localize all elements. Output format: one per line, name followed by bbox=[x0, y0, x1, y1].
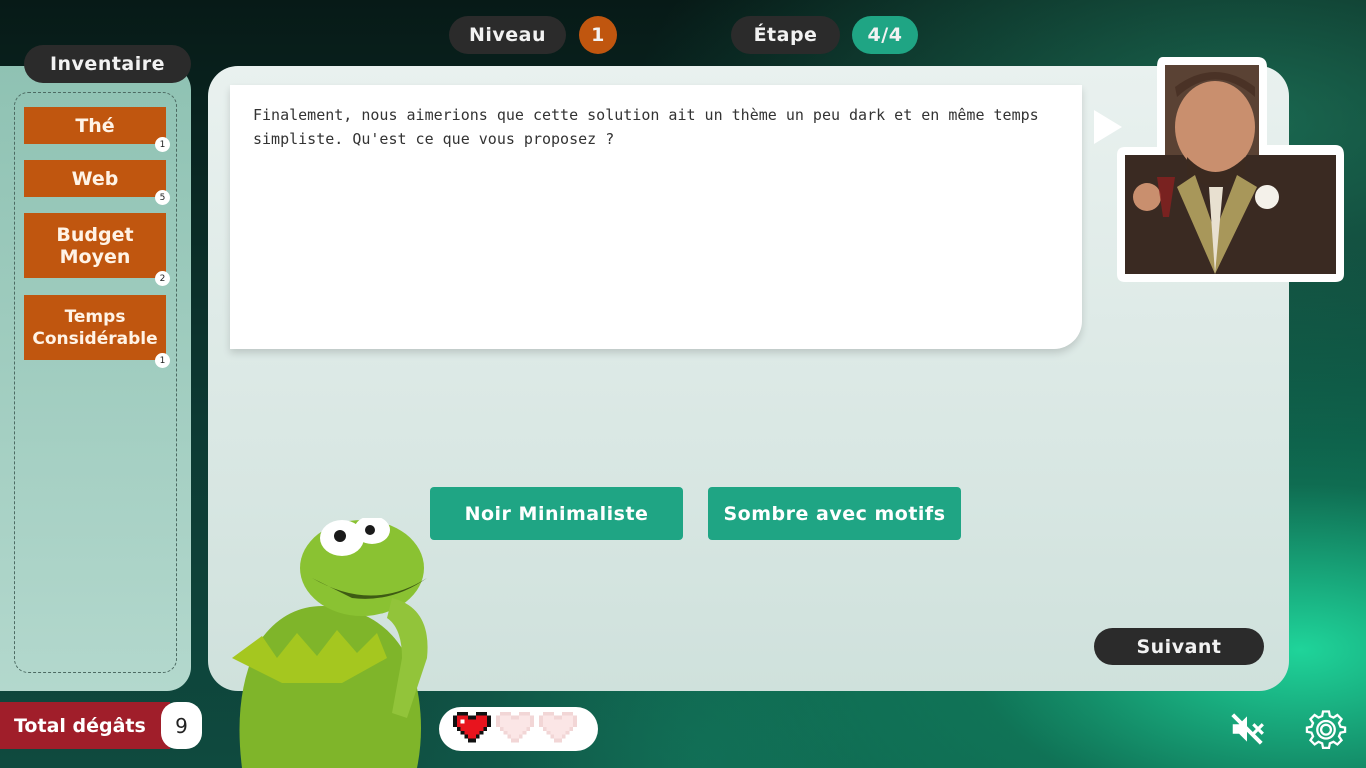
inventory-item-label: Budget Moyen bbox=[56, 223, 134, 268]
total-damage-label: Total dégâts bbox=[0, 702, 170, 749]
client-character-portrait bbox=[1117, 57, 1344, 282]
step-label: Étape bbox=[731, 16, 840, 54]
thinking-frog-character bbox=[232, 518, 428, 768]
dialog-text: Finalement, nous aimerions que cette sol… bbox=[253, 106, 1039, 148]
choice-sombre-motifs-button[interactable]: Sombre avec motifs bbox=[708, 487, 961, 540]
inventory-item-budget[interactable]: Budget Moyen 2 bbox=[24, 213, 170, 286]
step-value-badge: 4/4 bbox=[852, 16, 918, 54]
lives-container bbox=[439, 707, 598, 751]
heart-full-icon bbox=[453, 711, 491, 743]
inventory-item-label: Temps Considérable bbox=[32, 306, 158, 349]
inventory-item-label: Web bbox=[71, 167, 119, 190]
gear-icon[interactable] bbox=[1305, 708, 1347, 750]
inventory-item-count: 1 bbox=[155, 137, 170, 152]
inventory-item-count: 2 bbox=[155, 271, 170, 286]
heart-empty-icon bbox=[539, 711, 577, 743]
inventory-item-the[interactable]: Thé 1 bbox=[24, 107, 170, 152]
choice-noir-minimaliste-button[interactable]: Noir Minimaliste bbox=[430, 487, 683, 540]
level-label: Niveau bbox=[449, 16, 566, 54]
inventory-item-count: 1 bbox=[155, 353, 170, 368]
inventory-item-count: 5 bbox=[155, 190, 170, 205]
inventory-item-temps[interactable]: Temps Considérable 1 bbox=[24, 295, 170, 368]
inventory-item-web[interactable]: Web 5 bbox=[24, 160, 170, 205]
speech-bubble: Finalement, nous aimerions que cette sol… bbox=[230, 85, 1082, 349]
inventory-title: Inventaire bbox=[24, 45, 191, 83]
heart-empty-icon bbox=[496, 711, 534, 743]
inventory-item-label: Thé bbox=[75, 114, 115, 137]
level-value-badge: 1 bbox=[579, 16, 617, 54]
total-damage-value: 9 bbox=[161, 702, 202, 749]
next-button[interactable]: Suivant bbox=[1094, 628, 1264, 665]
mute-icon[interactable] bbox=[1228, 710, 1266, 748]
